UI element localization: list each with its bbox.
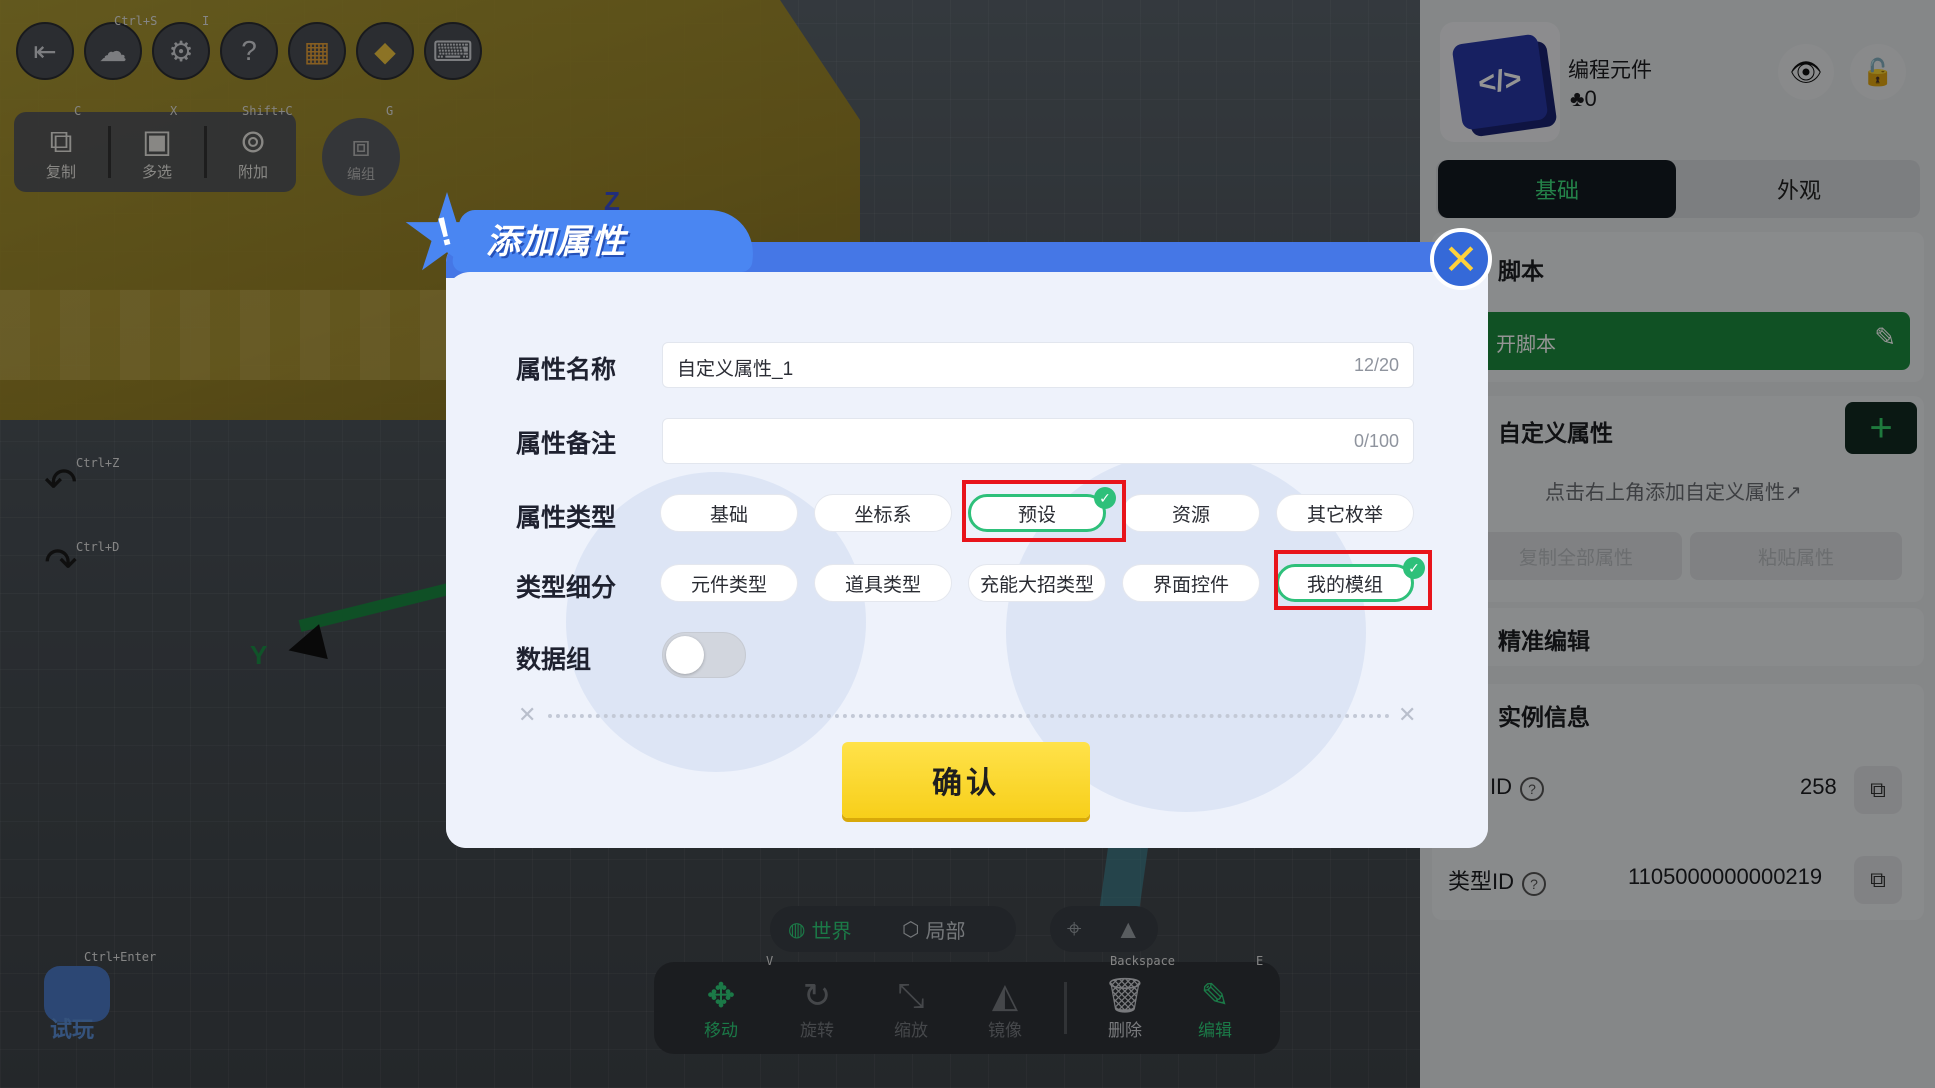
subtype-chip-ui-widget[interactable]: 界面控件	[1122, 564, 1260, 602]
data-group-label: 数据组	[516, 646, 592, 674]
divider-end-icon: ✕	[1398, 702, 1417, 727]
attr-type-label: 属性类型	[516, 504, 617, 532]
check-icon: ✓	[1094, 487, 1116, 509]
attr-note-input[interactable]: 0/100	[662, 418, 1414, 464]
attr-name-input[interactable]: 自定义属性_1 12/20	[662, 342, 1414, 388]
close-dialog-button[interactable]: ✕	[1430, 228, 1492, 290]
type-chip-other-enum[interactable]: 其它枚举	[1276, 494, 1414, 532]
attr-name-label: 属性名称	[516, 356, 617, 384]
dialog-title-badge: ! 添加属性	[400, 192, 820, 290]
dialog-title: 添加属性	[486, 223, 626, 261]
attr-subtype-label: 类型细分	[516, 574, 617, 602]
close-icon: ✕	[1443, 235, 1479, 283]
dotted-divider	[548, 714, 1390, 718]
subtype-chip-element[interactable]: 元件类型	[660, 564, 798, 602]
attr-name-counter: 12/20	[1353, 355, 1399, 375]
attr-name-value: 自定义属性_1	[677, 359, 794, 380]
check-icon: ✓	[1403, 557, 1425, 579]
data-group-toggle[interactable]	[662, 632, 746, 678]
type-chip-resource[interactable]: 资源	[1122, 494, 1260, 532]
subtype-chip-charge-ult[interactable]: 充能大招类型	[968, 564, 1106, 602]
divider-end-icon: ✕	[518, 702, 537, 727]
attr-note-counter: 0/100	[1353, 431, 1399, 451]
confirm-button[interactable]: 确认	[842, 742, 1090, 818]
attr-note-label: 属性备注	[516, 430, 617, 458]
subtype-chip-item[interactable]: 道具类型	[814, 564, 952, 602]
type-chip-coordinate[interactable]: 坐标系	[814, 494, 952, 532]
toggle-knob	[666, 636, 704, 674]
type-chip-basic[interactable]: 基础	[660, 494, 798, 532]
